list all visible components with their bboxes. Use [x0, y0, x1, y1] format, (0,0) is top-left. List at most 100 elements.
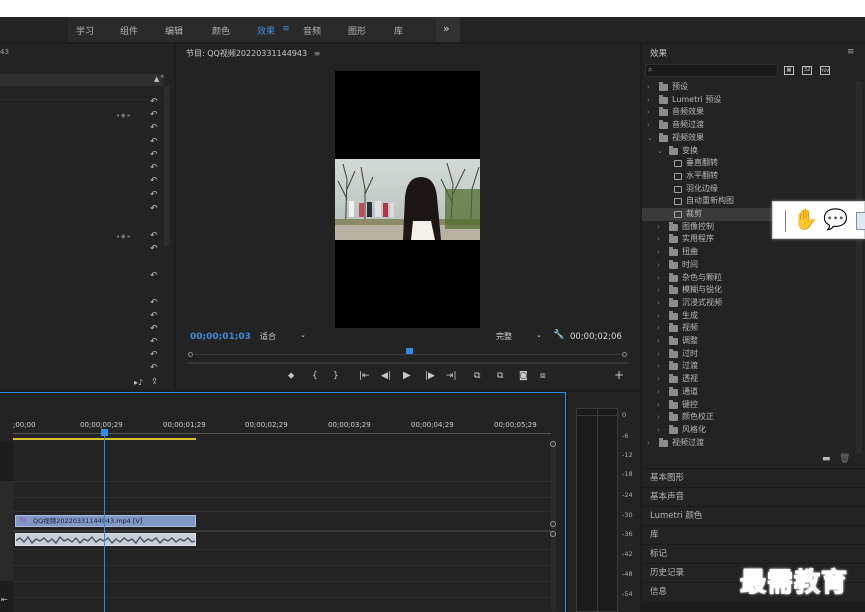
add-marker-button[interactable]: ⬥ — [288, 371, 294, 381]
reset-icon[interactable]: ↶ — [150, 138, 159, 147]
trash-icon[interactable]: 🗑 — [839, 454, 850, 464]
keyframe-nav-icon[interactable]: ◂ ◆ ▸ — [116, 233, 130, 240]
workspace-tab-editing[interactable]: 编辑 — [165, 24, 183, 37]
reset-icon[interactable]: ↶ — [150, 98, 159, 107]
reset-icon[interactable]: ↶ — [150, 205, 159, 214]
reset-icon[interactable]: ↶ — [150, 164, 159, 173]
effects-tree-item[interactable]: › 透视 — [642, 373, 854, 386]
chevron-right-icon[interactable]: › — [657, 284, 665, 297]
reset-icon[interactable]: ↶ — [150, 191, 159, 200]
effects-tree-item[interactable]: › 生成 — [642, 310, 854, 323]
effects-tree-item[interactable]: › Lumetri 预设 — [642, 94, 854, 107]
chevron-right-icon[interactable]: › — [657, 399, 665, 412]
reset-icon[interactable]: ↶ — [150, 299, 159, 308]
chevron-right-icon[interactable]: › — [657, 233, 665, 246]
timeline-playhead[interactable] — [104, 431, 105, 612]
zoom-handle-icon[interactable]: ⇤ — [1, 595, 8, 604]
workspace-tab-color[interactable]: 颜色 — [212, 24, 230, 37]
chevron-right-icon[interactable]: › — [657, 310, 665, 323]
chevron-right-icon[interactable]: › — [657, 335, 665, 348]
32bit-effects-filter-icon[interactable]: 32 — [802, 66, 812, 75]
libraries-panel[interactable]: 库 — [642, 525, 865, 544]
keyframe-nav-icon[interactable]: ◂ ◆ ▸ — [116, 112, 130, 119]
chevron-right-icon[interactable]: › — [647, 94, 655, 107]
clipboard-icon[interactable] — [856, 212, 865, 230]
effects-tree-item[interactable]: › 音频过渡 — [642, 119, 854, 132]
reset-icon[interactable]: ↶ — [150, 312, 159, 321]
reset-icon[interactable]: ↶ — [150, 338, 159, 347]
camera-icon[interactable]: ◙ — [519, 371, 528, 381]
add-button-icon[interactable]: + — [614, 368, 624, 382]
mark-out-button[interactable]: } — [333, 371, 339, 381]
audio-clip[interactable] — [15, 533, 196, 546]
workspace-tab-libraries[interactable]: 库 — [394, 24, 403, 37]
video-clip[interactable]: fx QQ视频20220331144943.mp4 [V] — [15, 515, 196, 527]
chevron-right-icon[interactable]: › — [657, 386, 665, 399]
go-to-out-button[interactable]: ⇥| — [446, 371, 457, 381]
effects-tree-item[interactable]: › 视频过渡 — [642, 437, 854, 450]
essential-sound-panel[interactable]: 基本声音 — [642, 487, 865, 506]
current-timecode[interactable]: 00;00;01;03 — [190, 332, 251, 342]
markers-panel[interactable]: 标记 — [642, 544, 865, 563]
effect-controls-scrollbar[interactable] — [164, 86, 170, 246]
zoom-level-dropdown[interactable]: 适合 ⌄ — [260, 331, 310, 343]
effects-scrollbar[interactable] — [856, 81, 862, 453]
effects-tree-item[interactable]: › 过渡 — [642, 360, 854, 373]
reset-icon[interactable]: ↶ — [150, 124, 159, 133]
chevron-right-icon[interactable]: › — [647, 437, 655, 450]
step-back-button[interactable]: ◀| — [381, 371, 391, 381]
reset-icon[interactable]: ↶ — [150, 325, 159, 334]
comment-icon[interactable]: 💬 — [823, 207, 848, 231]
chevron-right-icon[interactable]: › — [657, 259, 665, 272]
workspace-tab-learn[interactable]: 学习 — [76, 24, 94, 37]
effects-tree-item[interactable]: ⌄ 变换 — [642, 145, 854, 158]
reset-icon[interactable]: ↶ — [150, 245, 159, 254]
yuv-effects-filter-icon[interactable]: YUV — [820, 66, 830, 75]
workspace-tab-effects[interactable]: 效果 — [257, 24, 275, 37]
chevron-right-icon[interactable]: › — [657, 246, 665, 259]
play-button[interactable]: ▶ — [403, 370, 411, 381]
effects-tree-item[interactable]: › 音频效果 — [642, 106, 854, 119]
step-forward-button[interactable]: |▶ — [425, 371, 435, 381]
chevron-right-icon[interactable]: › — [657, 322, 665, 335]
chevron-right-icon[interactable]: › — [657, 272, 665, 285]
reset-icon[interactable]: ↶ — [150, 151, 159, 160]
chevron-right-icon[interactable]: › — [657, 297, 665, 310]
effects-tree-item[interactable]: › 通道 — [642, 386, 854, 399]
chevron-right-icon[interactable]: › — [657, 221, 665, 234]
triangle-up-icon[interactable]: ▲ — [154, 75, 159, 83]
lift-button[interactable]: ⧉ — [474, 371, 480, 381]
reset-icon[interactable]: ↶ — [150, 364, 159, 373]
chevron-right-icon[interactable]: › — [657, 373, 665, 386]
chevron-right-icon[interactable]: › — [647, 119, 655, 132]
lumetri-color-panel[interactable]: Lumetri 颜色 — [642, 506, 865, 525]
go-to-in-button[interactable]: |⇤ — [359, 371, 370, 381]
panel-menu-icon[interactable]: ≡ — [314, 49, 321, 58]
effects-tree-item[interactable]: › 键控 — [642, 399, 854, 412]
effects-tree-item[interactable]: › 沉浸式视频 — [642, 297, 854, 310]
reset-icon[interactable]: ↶ — [150, 232, 159, 241]
effects-tree-item[interactable]: › 杂色与颗粒 — [642, 272, 854, 285]
reset-icon[interactable]: ↶ — [150, 111, 159, 120]
chevron-right-icon[interactable]: › — [647, 106, 655, 119]
chevron-right-icon[interactable]: › — [657, 360, 665, 373]
effects-tree-item[interactable]: › 视频 — [642, 322, 854, 335]
reset-icon[interactable]: ↶ — [150, 272, 159, 281]
reset-icon[interactable]: ↶ — [150, 351, 159, 360]
effects-tree-item[interactable]: 羽化边缘 — [642, 183, 854, 196]
timeline-playhead-handle[interactable] — [101, 429, 108, 436]
extract-button[interactable]: ⧉ — [497, 371, 503, 381]
workspace-tab-menu-icon[interactable]: ≡ — [282, 24, 290, 34]
effects-tree-item[interactable]: 垂直翻转 — [642, 157, 854, 170]
mark-in-button[interactable]: { — [312, 371, 318, 381]
effects-tree-item[interactable]: › 模糊与锐化 — [642, 284, 854, 297]
chevron-down-icon[interactable]: ⌄ — [647, 132, 655, 145]
chevron-right-icon[interactable]: › — [647, 81, 655, 94]
export-icon[interactable]: ⇪ — [151, 377, 159, 387]
panel-menu-icon[interactable]: ≡ — [847, 47, 855, 57]
effects-tree-item[interactable]: › 时间 — [642, 259, 854, 272]
effects-search-input[interactable]: ⌕ — [645, 64, 778, 77]
accelerated-effects-filter-icon[interactable]: ▦ — [784, 66, 794, 75]
new-bin-icon[interactable]: ▬ — [822, 454, 831, 464]
workspace-overflow-button[interactable]: » — [436, 17, 460, 42]
